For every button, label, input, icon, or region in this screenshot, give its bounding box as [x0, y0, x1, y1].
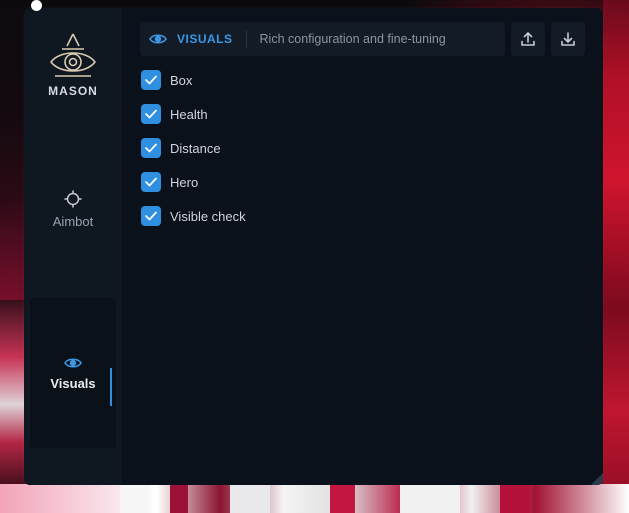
section-title: VISUALS	[177, 32, 233, 46]
sidebar-item-visuals[interactable]: Visuals	[30, 298, 116, 448]
eye-icon	[149, 34, 167, 44]
main-panel: VISUALS Rich configuration and fine-tuni…	[122, 8, 603, 485]
background-light-left	[0, 300, 26, 490]
sidebar-item-label: Aimbot	[52, 214, 94, 229]
check-icon	[145, 211, 157, 221]
checkbox-checked[interactable]	[141, 104, 161, 124]
option-box[interactable]: Box	[141, 69, 246, 91]
eye-icon	[64, 357, 82, 368]
upload-icon	[521, 32, 535, 46]
check-icon	[145, 143, 157, 153]
brand-logo: MASON	[24, 32, 122, 112]
option-label: Box	[170, 72, 193, 88]
option-label: Distance	[170, 140, 221, 156]
option-visible-check[interactable]: Visible check	[141, 205, 246, 227]
option-hero[interactable]: Hero	[141, 171, 246, 193]
eye-triangle-logo-icon	[50, 33, 96, 77]
options-list: Box Health Distance Hero Visible check	[141, 69, 246, 239]
checkbox-checked[interactable]	[141, 138, 161, 158]
cursor-dot	[31, 0, 42, 11]
resize-grip[interactable]	[591, 473, 603, 485]
section-description: Rich configuration and fine-tuning	[259, 32, 446, 46]
option-label: Health	[170, 106, 208, 122]
option-distance[interactable]: Distance	[141, 137, 246, 159]
check-icon	[145, 75, 157, 85]
header-divider	[245, 30, 247, 48]
app-window: MASON Aimbot Visuals VISUALS Rich config…	[24, 8, 603, 485]
sidebar-item-label: Visuals	[50, 375, 96, 391]
check-icon	[145, 109, 157, 119]
sidebar: MASON Aimbot Visuals	[24, 8, 122, 485]
crosshair-icon	[64, 190, 82, 208]
brand-name: MASON	[48, 84, 98, 98]
option-label: Visible check	[170, 208, 246, 224]
check-icon	[145, 177, 157, 187]
option-label: Hero	[170, 174, 199, 190]
upload-button[interactable]	[511, 22, 545, 56]
active-indicator	[110, 368, 112, 406]
background-strip	[0, 484, 629, 513]
sidebar-item-aimbot[interactable]: Aimbot	[24, 190, 122, 250]
checkbox-checked[interactable]	[141, 206, 161, 226]
download-button[interactable]	[551, 22, 585, 56]
checkbox-checked[interactable]	[141, 70, 161, 90]
checkbox-checked[interactable]	[141, 172, 161, 192]
option-health[interactable]: Health	[141, 103, 246, 125]
section-header: VISUALS Rich configuration and fine-tuni…	[140, 22, 505, 56]
download-icon	[561, 32, 575, 46]
background-light-right	[603, 0, 629, 513]
